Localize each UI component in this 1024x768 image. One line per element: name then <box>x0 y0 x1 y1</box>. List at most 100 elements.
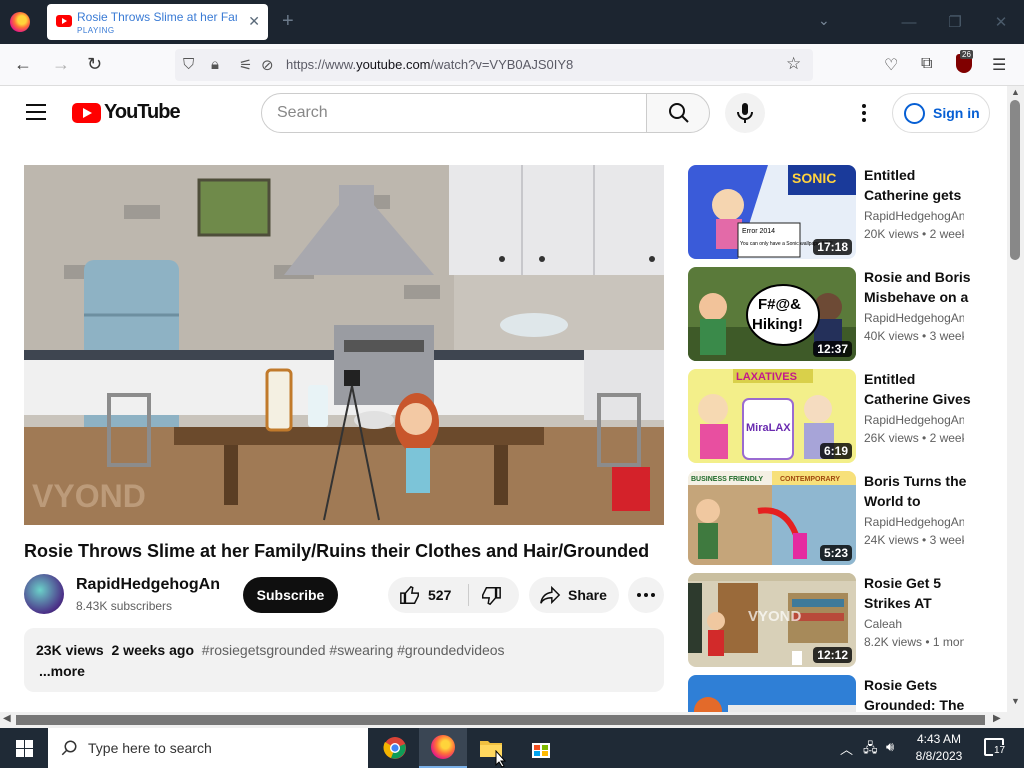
recommendation-channel[interactable]: RapidHedgehogAnimations <box>864 413 964 427</box>
recommendation-channel[interactable]: RapidHedgehogAnimations <box>864 311 964 325</box>
extension-badge: 26 <box>960 50 973 59</box>
recommendation-item[interactable]: BUSINESS FRIENDLY CONTEMPORARY 5:23 Bori… <box>688 471 988 567</box>
store-app[interactable] <box>517 728 565 768</box>
permissions-icon[interactable]: ⚟ <box>239 56 252 74</box>
description-more-link[interactable]: ...more <box>39 663 85 679</box>
recommendation-thumbnail[interactable]: F#@& Hiking! 12:37 <box>688 267 856 361</box>
extensions-icon[interactable]: ⧉ <box>921 55 932 73</box>
taskbar-search-box[interactable]: Type here to search <box>48 728 368 768</box>
like-count[interactable]: 527 <box>428 587 451 603</box>
close-tab-icon[interactable]: ✕ <box>248 13 260 30</box>
chrome-app[interactable] <box>371 728 419 768</box>
hashtags[interactable]: #rosiegetsgrounded #swearing #groundedvi… <box>202 642 505 658</box>
window-controls: — ❐ ✕ <box>886 0 1024 44</box>
scroll-down-icon[interactable]: ▼ <box>1011 696 1020 706</box>
youtube-logo-text[interactable]: YouTube <box>104 101 181 124</box>
pocket-icon[interactable]: ♡ <box>884 55 898 75</box>
vertical-scroll-thumb[interactable] <box>1010 100 1020 260</box>
vertical-scrollbar[interactable]: ▲ ▼ <box>1007 86 1024 712</box>
recommendation-title[interactable]: Boris Turns the World to Business Friend… <box>864 471 972 511</box>
shield-icon[interactable]: ⛉ <box>183 56 194 73</box>
scroll-right-icon[interactable]: ▶ <box>993 713 1001 724</box>
store-icon <box>532 743 550 758</box>
recommendation-item[interactable]: Rosie Gets Grounded: The Movie <box>688 675 988 712</box>
reload-icon[interactable]: ↻ <box>87 54 102 75</box>
new-tab-icon[interactable]: + <box>282 10 294 33</box>
vyond-watermark: VYOND <box>32 478 146 514</box>
minimize-icon[interactable]: — <box>886 0 932 44</box>
restore-icon[interactable]: ❐ <box>932 0 978 44</box>
recommendation-channel[interactable]: Caleah <box>864 617 964 631</box>
thumb-text-laxatives: LAXATIVES <box>736 371 797 383</box>
file-explorer-app[interactable] <box>467 728 515 768</box>
horizontal-scrollbar[interactable]: ◀ ▶ <box>0 712 1024 728</box>
recommendation-views: 40K views <box>864 329 919 343</box>
channel-avatar[interactable] <box>24 574 64 614</box>
microphone-icon <box>737 103 753 123</box>
recommendation-thumbnail[interactable]: BUSINESS FRIENDLY CONTEMPORARY 5:23 <box>688 471 856 565</box>
windows-start-icon[interactable] <box>16 740 33 757</box>
volume-icon[interactable]: 🔊︎ <box>886 739 894 755</box>
horizontal-scroll-thumb[interactable] <box>16 715 985 725</box>
video-duration: 6:19 <box>819 443 852 459</box>
recommendation-thumbnail[interactable] <box>688 675 856 712</box>
recommendation-item[interactable]: VYOND 12:12 Rosie Get 5 Strikes AT Schoo… <box>688 573 988 669</box>
url-text[interactable]: https://www.youtube.com/watch?v=VYB0AJS0… <box>286 57 573 72</box>
recommendation-item[interactable]: SONIC Error 2014 You can only have a Son… <box>688 165 988 261</box>
bookmark-star-icon[interactable]: ☆ <box>786 54 801 74</box>
firefox-app[interactable] <box>419 728 467 768</box>
recommendation-channel[interactable]: RapidHedgehogAnimations <box>864 209 964 223</box>
network-icon[interactable]: 🖧︎ <box>863 739 878 761</box>
video-player[interactable]: VYOND <box>24 165 664 525</box>
hamburger-menu-icon[interactable] <box>26 104 46 120</box>
tray-chevron-icon[interactable]: ︿ <box>840 739 853 758</box>
channel-name[interactable]: RapidHedgehogAnimations <box>76 576 221 594</box>
clock-date: 8/8/2023 <box>915 749 963 763</box>
recommendation-title[interactable]: Rosie Get 5 Strikes AT School <box>864 573 972 613</box>
dislike-icon[interactable] <box>480 585 502 607</box>
description-meta: 23K views 2 weeks ago #rosiegetsgrounded… <box>36 642 505 658</box>
recommendation-channel[interactable]: RapidHedgehogAnimations <box>864 515 964 529</box>
close-window-icon[interactable]: ✕ <box>978 0 1024 44</box>
thumb-text-contemporary: CONTEMPORARY <box>780 476 840 483</box>
like-icon[interactable] <box>399 584 421 606</box>
recommendation-age: 3 weeks ago <box>929 533 964 547</box>
recommendation-title[interactable]: Rosie Gets Grounded: The Movie <box>864 675 972 712</box>
list-tabs-chevron-icon[interactable]: ⌄ <box>818 12 830 29</box>
voice-search-button[interactable] <box>725 93 765 133</box>
url-bar[interactable]: ⛉ 🔒︎ ⚟ ⊘ https://www.youtube.com/watch?v… <box>175 49 813 81</box>
recommendation-thumbnail[interactable]: SONIC Error 2014 You can only have a Son… <box>688 165 856 259</box>
forward-icon[interactable]: → <box>52 54 70 75</box>
recommendation-item[interactable]: LAXATIVES MiraLAX 6:19 Entitled Catherin… <box>688 369 988 465</box>
tab-playing-label: PLAYING <box>77 26 115 35</box>
scroll-up-icon[interactable]: ▲ <box>1011 87 1020 97</box>
more-actions-button[interactable] <box>628 577 664 613</box>
description-box[interactable]: 23K views 2 weeks ago #rosiegetsgrounded… <box>24 628 664 692</box>
youtube-logo-icon[interactable] <box>72 103 101 123</box>
subscribe-button[interactable]: Subscribe <box>243 577 338 613</box>
sign-in-button[interactable]: Sign in <box>892 93 990 133</box>
browser-tab-bar: Rosie Throws Slime at her Family/Ruins t… <box>0 0 1024 44</box>
browser-tab-active[interactable]: Rosie Throws Slime at her Family/Ruins t… <box>47 4 268 40</box>
upload-date: 2 weeks ago <box>111 642 195 658</box>
windows-taskbar: Type here to search ︿ 🖧︎ 🔊︎ 4:43 AM 8/8/… <box>0 728 1024 768</box>
recommendation-item[interactable]: F#@& Hiking! 12:37 Rosie and Boris Misbe… <box>688 267 988 363</box>
autoplay-blocked-icon[interactable]: ⊘ <box>261 56 274 74</box>
firefox-icon[interactable] <box>10 12 30 32</box>
recommendation-title[interactable]: Entitled Catherine Gives Laxatives <box>864 369 972 409</box>
thumb-text-miralax: MiraLAX <box>746 422 791 434</box>
url-path: /watch?v=VYB0AJS0IY8 <box>430 57 574 72</box>
search-input[interactable]: Search <box>261 93 647 133</box>
settings-kebab-icon[interactable] <box>862 104 866 125</box>
recommendation-title[interactable]: Entitled Catherine gets Grounded <box>864 165 972 205</box>
menu-icon[interactable]: ☰ <box>992 55 1006 75</box>
lock-icon[interactable]: 🔒︎ <box>211 56 219 73</box>
system-clock[interactable]: 4:43 AM 8/8/2023 <box>910 731 968 765</box>
back-icon[interactable]: ← <box>14 54 32 75</box>
scroll-left-icon[interactable]: ◀ <box>3 713 11 724</box>
share-button[interactable]: Share <box>529 577 619 613</box>
recommendation-title[interactable]: Rosie and Boris Misbehave on a Hike <box>864 267 972 307</box>
search-button[interactable] <box>646 93 710 133</box>
recommendation-thumbnail[interactable]: VYOND 12:12 <box>688 573 856 667</box>
recommendation-thumbnail[interactable]: LAXATIVES MiraLAX 6:19 <box>688 369 856 463</box>
